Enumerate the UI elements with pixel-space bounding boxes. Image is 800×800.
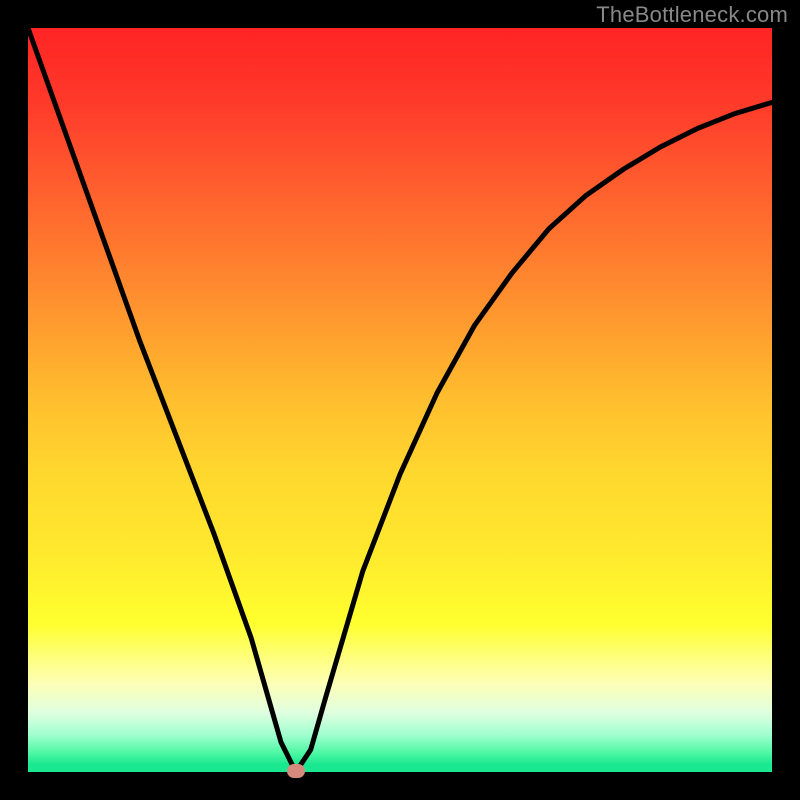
watermark: TheBottleneck.com	[596, 2, 788, 28]
plot-area	[28, 28, 772, 772]
chart-container: TheBottleneck.com	[0, 0, 800, 800]
optimal-point-marker	[287, 764, 305, 778]
bottleneck-curve	[28, 28, 772, 772]
